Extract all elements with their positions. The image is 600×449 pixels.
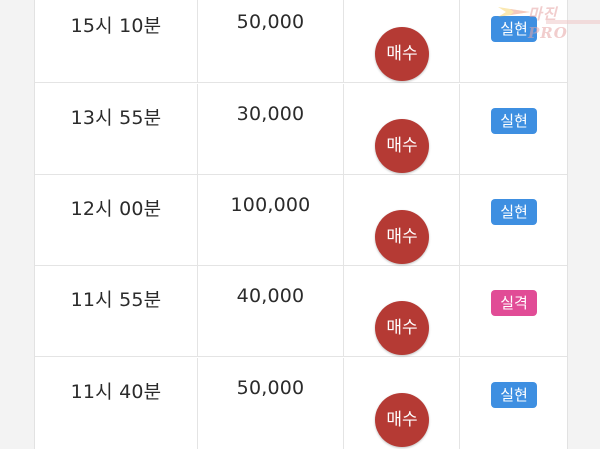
time-cell: 11시 40분 <box>35 358 198 449</box>
amount-cell: 100,000 <box>198 175 344 265</box>
table-row: 11시 55분 40,000 매수 실격 <box>35 266 567 357</box>
amount-cell: 50,000 <box>198 0 344 82</box>
amount-cell: 30,000 <box>198 84 344 174</box>
time-cell: 15시 10분 <box>35 0 198 82</box>
buy-button[interactable]: 매수 <box>375 119 429 173</box>
result-badge: 실현 <box>491 108 537 134</box>
row-time: 15시 10분 <box>70 15 162 37</box>
time-cell: 11시 55분 <box>35 266 198 356</box>
result-cell: 실현 <box>460 175 567 265</box>
row-amount: 50,000 <box>236 377 305 399</box>
row-amount: 40,000 <box>236 285 305 307</box>
buy-button[interactable]: 매수 <box>375 210 429 264</box>
result-cell: 실현 <box>460 358 567 449</box>
amount-cell: 50,000 <box>198 358 344 449</box>
result-cell: 실현 <box>460 0 567 82</box>
result-badge: 실현 <box>491 16 537 42</box>
result-cell: 실현 <box>460 84 567 174</box>
row-time: 11시 55분 <box>70 289 162 311</box>
trade-history-table: 15시 10분 50,000 매수 실현 13시 55분 30,000 매수 실… <box>34 0 568 449</box>
table-row: 11시 40분 50,000 매수 실현 <box>35 358 567 449</box>
buy-button[interactable]: 매수 <box>375 27 429 81</box>
time-cell: 12시 00분 <box>35 175 198 265</box>
buy-button[interactable]: 매수 <box>375 301 429 355</box>
row-amount: 100,000 <box>230 194 311 216</box>
result-badge: 실격 <box>491 290 537 316</box>
action-cell: 매수 <box>344 175 460 265</box>
row-time: 11시 40분 <box>70 381 162 403</box>
row-amount: 30,000 <box>236 103 305 125</box>
table-row: 12시 00분 100,000 매수 실현 <box>35 175 567 266</box>
action-cell: 매수 <box>344 0 460 82</box>
row-time: 12시 00분 <box>70 198 162 220</box>
action-cell: 매수 <box>344 266 460 356</box>
table-row: 15시 10분 50,000 매수 실현 <box>35 0 567 83</box>
result-badge: 실현 <box>491 382 537 408</box>
amount-cell: 40,000 <box>198 266 344 356</box>
action-cell: 매수 <box>344 358 460 449</box>
table-row: 13시 55분 30,000 매수 실현 <box>35 84 567 175</box>
page: 15시 10분 50,000 매수 실현 13시 55분 30,000 매수 실… <box>0 0 600 449</box>
row-amount: 50,000 <box>236 11 305 33</box>
action-cell: 매수 <box>344 84 460 174</box>
result-badge: 실현 <box>491 199 537 225</box>
buy-button[interactable]: 매수 <box>375 393 429 447</box>
result-cell: 실격 <box>460 266 567 356</box>
time-cell: 13시 55분 <box>35 84 198 174</box>
row-time: 13시 55분 <box>70 107 162 129</box>
